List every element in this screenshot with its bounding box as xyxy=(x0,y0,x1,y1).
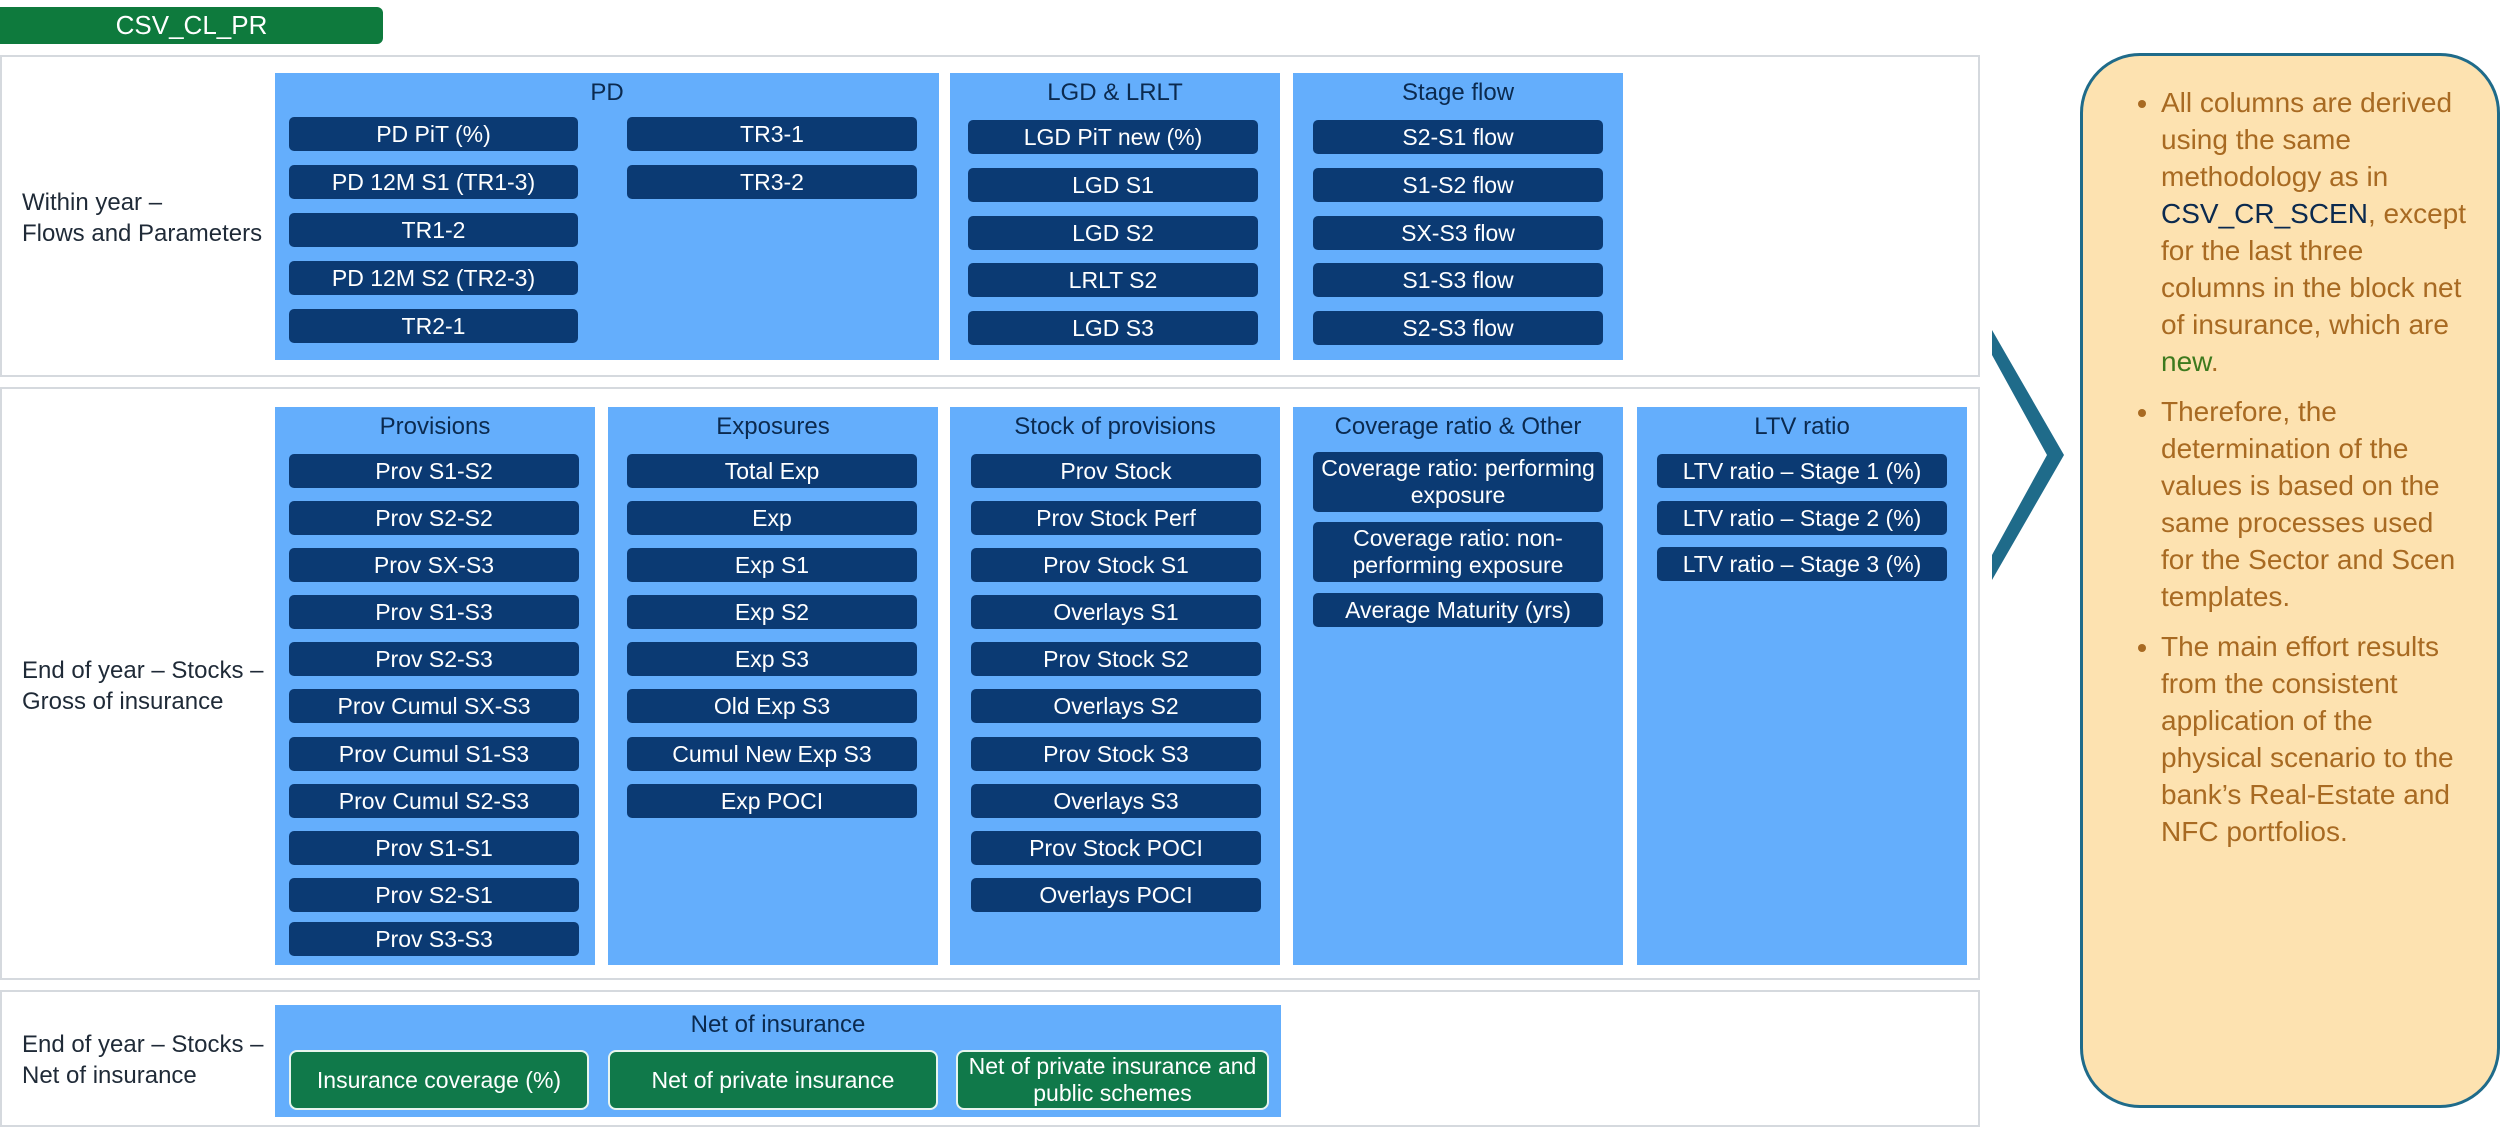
note-bullet-2: Therefore, the determination of the valu… xyxy=(2161,393,2469,615)
pd-item[interactable]: PD 12M S1 (TR1-3) xyxy=(289,165,578,199)
ltv-title: LTV ratio xyxy=(1754,413,1850,440)
stage-flow-item[interactable]: S2-S3 flow xyxy=(1313,311,1603,345)
net-insurance-panel: Net of insurance Insurance coverage (%) … xyxy=(275,1005,1281,1117)
stock-provisions-item[interactable]: Overlays S2 xyxy=(971,689,1261,723)
stock-provisions-item[interactable]: Prov Stock S3 xyxy=(971,737,1261,771)
provisions-item[interactable]: Prov S1-S2 xyxy=(289,454,579,488)
stage-flow-item[interactable]: S1-S3 flow xyxy=(1313,263,1603,297)
ltv-panel: LTV ratio LTV ratio – Stage 1 (%) LTV ra… xyxy=(1637,407,1967,965)
pd-panel: PD PD PiT (%) PD 12M S1 (TR1-3) TR1-2 PD… xyxy=(275,73,939,360)
row-label-line2: Net of insurance xyxy=(22,1062,197,1089)
stage-flow-title: Stage flow xyxy=(1401,79,1515,106)
lgd-item[interactable]: LRLT S2 xyxy=(968,263,1258,297)
stage-flow-item[interactable]: SX-S3 flow xyxy=(1313,216,1603,250)
lgd-item[interactable]: LGD PiT new (%) xyxy=(968,120,1258,154)
note-highlight-template: CSV_CR_SCEN xyxy=(2161,198,2368,229)
ltv-item[interactable]: LTV ratio – Stage 2 (%) xyxy=(1657,501,1947,535)
stock-provisions-item[interactable]: Prov Stock S1 xyxy=(971,548,1261,582)
provisions-item[interactable]: Prov Cumul S1-S3 xyxy=(289,737,579,771)
note-text: All columns are derived using the same m… xyxy=(2161,87,2453,192)
template-title-tab: CSV_CL_PR xyxy=(0,7,383,44)
provisions-item[interactable]: Prov S2-S1 xyxy=(289,878,579,912)
net-insurance-item[interactable]: Net of private insurance xyxy=(608,1050,938,1110)
stock-provisions-item[interactable]: Prov Stock Perf xyxy=(971,501,1261,535)
ltv-item[interactable]: LTV ratio – Stage 3 (%) xyxy=(1657,547,1947,581)
row-label-line1: End of year – Stocks – xyxy=(22,1031,264,1058)
pd-item[interactable]: PD 12M S2 (TR2-3) xyxy=(289,261,578,295)
stock-provisions-item[interactable]: Prov Stock S2 xyxy=(971,642,1261,676)
exposures-title: Exposures xyxy=(716,413,830,440)
note-highlight-new: new xyxy=(2161,346,2211,377)
provisions-item[interactable]: Prov Cumul SX-S3 xyxy=(289,689,579,723)
row-label-line1: Within year – xyxy=(22,189,163,216)
provisions-item[interactable]: Prov S1-S1 xyxy=(289,831,579,865)
net-insurance-item[interactable]: Net of private insurance and public sche… xyxy=(956,1050,1269,1110)
exposures-item[interactable]: Old Exp S3 xyxy=(627,689,917,723)
exposures-panel: Exposures Total Exp Exp Exp S1 Exp S2 Ex… xyxy=(608,407,938,965)
pd-item[interactable]: TR3-2 xyxy=(627,165,917,199)
stock-provisions-item[interactable]: Prov Stock xyxy=(971,454,1261,488)
exposures-item[interactable]: Total Exp xyxy=(627,454,917,488)
pd-title: PD xyxy=(590,79,624,106)
coverage-panel: Coverage ratio & Other Coverage ratio: p… xyxy=(1293,407,1623,965)
stock-provisions-item[interactable]: Overlays POCI xyxy=(971,878,1261,912)
lgd-panel: LGD & LRLT LGD PiT new (%) LGD S1 LGD S2… xyxy=(950,73,1280,360)
provisions-item[interactable]: Prov S1-S3 xyxy=(289,595,579,629)
provisions-title: Provisions xyxy=(379,413,491,440)
lgd-item[interactable]: LGD S2 xyxy=(968,216,1258,250)
exposures-item[interactable]: Exp S2 xyxy=(627,595,917,629)
exposures-item[interactable]: Exp POCI xyxy=(627,784,917,818)
chevron-right-icon xyxy=(1992,330,2064,580)
lgd-item[interactable]: LGD S3 xyxy=(968,311,1258,345)
note-bullet-3: The main effort results from the consist… xyxy=(2161,628,2469,850)
net-insurance-title: Net of insurance xyxy=(690,1011,866,1038)
stock-provisions-title: Stock of provisions xyxy=(1014,413,1216,440)
stock-provisions-item[interactable]: Overlays S3 xyxy=(971,784,1261,818)
lgd-item[interactable]: LGD S1 xyxy=(968,168,1258,202)
row-label-line1: End of year – Stocks – xyxy=(22,657,264,684)
coverage-item[interactable]: Coverage ratio: performing exposure xyxy=(1313,452,1603,512)
coverage-title: Coverage ratio & Other xyxy=(1334,413,1582,440)
exposures-item[interactable]: Exp xyxy=(627,501,917,535)
provisions-item[interactable]: Prov S3-S3 xyxy=(289,922,579,956)
stage-flow-item[interactable]: S1-S2 flow xyxy=(1313,168,1603,202)
row-label-within-year: Within year – Flows and Parameters xyxy=(22,187,262,249)
exposures-item[interactable]: Exp S3 xyxy=(627,642,917,676)
exposures-item[interactable]: Cumul New Exp S3 xyxy=(627,737,917,771)
provisions-item[interactable]: Prov S2-S2 xyxy=(289,501,579,535)
coverage-item[interactable]: Average Maturity (yrs) xyxy=(1313,593,1603,627)
note-bullet-1: All columns are derived using the same m… xyxy=(2161,84,2469,380)
row-label-line2: Flows and Parameters xyxy=(22,220,263,247)
note-bullet-list: All columns are derived using the same m… xyxy=(2119,84,2469,850)
exposures-item[interactable]: Exp S1 xyxy=(627,548,917,582)
stock-provisions-panel: Stock of provisions Prov Stock Prov Stoc… xyxy=(950,407,1280,965)
row-label-gross: End of year – Stocks – Gross of insuranc… xyxy=(22,655,263,717)
lgd-title: LGD & LRLT xyxy=(1047,79,1183,106)
pd-item[interactable]: PD PiT (%) xyxy=(289,117,578,151)
ltv-item[interactable]: LTV ratio – Stage 1 (%) xyxy=(1657,454,1947,488)
provisions-item[interactable]: Prov S2-S3 xyxy=(289,642,579,676)
row-label-line2: Gross of insurance xyxy=(22,688,224,715)
row-label-net: End of year – Stocks – Net of insurance xyxy=(22,1029,263,1091)
pd-item[interactable]: TR2-1 xyxy=(289,309,578,343)
note-text: . xyxy=(2210,346,2219,377)
stage-flow-panel: Stage flow S2-S1 flow S1-S2 flow SX-S3 f… xyxy=(1293,73,1623,360)
stock-provisions-item[interactable]: Prov Stock POCI xyxy=(971,831,1261,865)
provisions-panel: Provisions Prov S1-S2 Prov S2-S2 Prov SX… xyxy=(275,407,595,965)
pd-item[interactable]: TR3-1 xyxy=(627,117,917,151)
provisions-item[interactable]: Prov SX-S3 xyxy=(289,548,579,582)
stock-provisions-item[interactable]: Overlays S1 xyxy=(971,595,1261,629)
stage-flow-item[interactable]: S2-S1 flow xyxy=(1313,120,1603,154)
coverage-item[interactable]: Coverage ratio: non-performing exposure xyxy=(1313,522,1603,582)
pd-item[interactable]: TR1-2 xyxy=(289,213,578,247)
provisions-item[interactable]: Prov Cumul S2-S3 xyxy=(289,784,579,818)
explanation-note: All columns are derived using the same m… xyxy=(2080,53,2500,1108)
net-insurance-item[interactable]: Insurance coverage (%) xyxy=(289,1050,589,1110)
